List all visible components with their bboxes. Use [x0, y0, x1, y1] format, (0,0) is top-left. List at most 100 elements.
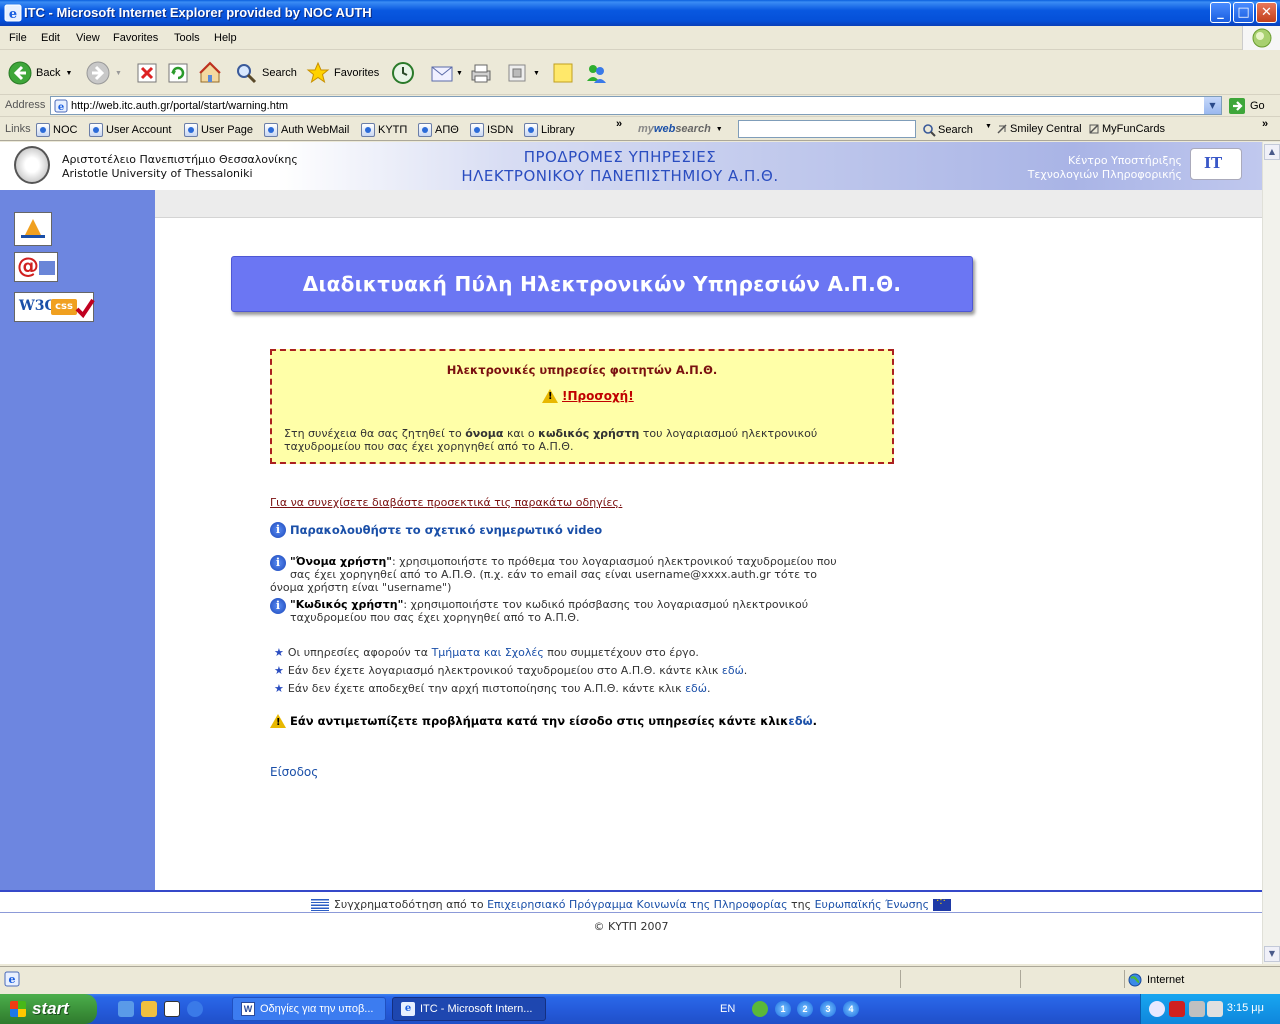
edit-button[interactable]: ▼ [506, 59, 540, 87]
start-button[interactable]: start [0, 994, 97, 1024]
w3c-css-badge[interactable]: W3C css [14, 292, 95, 322]
chevron-down-icon[interactable]: ▼ [115, 70, 122, 77]
search-icon [237, 64, 257, 84]
mywebsearch-logo[interactable]: my web search ▼ [638, 123, 723, 135]
smiley-central-button[interactable]: Smiley Central [996, 123, 1082, 135]
european-union-link[interactable]: Ευρωπαϊκής Ένωσης [815, 898, 929, 911]
status-bar: e Internet [0, 966, 1280, 992]
university-name-greek: Αριστοτέλειο Πανεπιστήμιο Θεσσαλονίκης [62, 153, 298, 166]
link-label: ΑΠΘ [435, 124, 459, 136]
problems-here-link[interactable]: εδώ [788, 714, 812, 728]
link-kytp[interactable]: ΚΥΤΠ [361, 123, 407, 137]
hellas-2008-badge[interactable] [14, 212, 52, 246]
link-noc[interactable]: NOC [36, 123, 77, 137]
footer-divider-thin [0, 912, 1262, 913]
footer-text: της [787, 898, 815, 911]
toolbar-overflow-chevron[interactable]: » [1262, 118, 1268, 130]
link-user-page[interactable]: User Page [184, 123, 253, 137]
mywebsearch-input[interactable] [738, 120, 916, 138]
link-auth-webmail[interactable]: Auth WebMail [264, 123, 349, 137]
address-label: Address [5, 99, 46, 111]
menu-file[interactable]: File [9, 32, 27, 44]
antivirus-icon[interactable] [1169, 1001, 1185, 1017]
departments-link[interactable]: Τμήματα και Σχολές [432, 646, 544, 659]
link-label: Library [541, 124, 575, 136]
mail-button[interactable]: ▼ [430, 59, 463, 87]
close-button[interactable]: ✕ [1256, 2, 1277, 23]
no-account-here-link[interactable]: εδώ [722, 664, 744, 677]
virtual-desktop-2[interactable]: 2 [797, 1001, 813, 1017]
language-indicator[interactable]: EN [720, 1003, 735, 1015]
stop-icon [137, 63, 157, 83]
chevron-down-icon[interactable]: ▼ [716, 126, 723, 133]
login-link[interactable]: Είσοδος [270, 765, 318, 779]
taskbar-item-label: ITC - Microsoft Intern... [420, 1003, 533, 1015]
mywebsearch-dropdown[interactable]: ▼ [980, 123, 992, 130]
print-button[interactable] [469, 59, 493, 87]
window-title-bar[interactable]: e ITC - Microsoft Internet Explorer prov… [0, 0, 1280, 26]
links-overflow-chevron[interactable]: » [616, 118, 622, 130]
tray-expand-icon[interactable] [1149, 1001, 1165, 1017]
internet-explorer-icon[interactable] [187, 1001, 203, 1017]
taskbar-item-word-document[interactable]: W Οδηγίες για την υποβ... [232, 997, 386, 1021]
chevron-down-icon[interactable]: ▼ [1204, 97, 1221, 114]
network-icon[interactable] [752, 1001, 768, 1017]
folder-icon[interactable] [141, 1001, 157, 1017]
stop-button[interactable] [136, 59, 158, 87]
virtual-desktop-1[interactable]: 1 [775, 1001, 791, 1017]
messenger-button[interactable] [584, 59, 608, 87]
show-desktop-icon[interactable] [118, 1001, 134, 1017]
scroll-up-arrow-icon[interactable]: ▲ [1264, 144, 1280, 160]
volume-icon[interactable] [1207, 1001, 1223, 1017]
chevron-down-icon[interactable]: ▼ [456, 70, 463, 77]
menu-edit[interactable]: Edit [41, 32, 60, 44]
menu-favorites[interactable]: Favorites [113, 32, 158, 44]
chevron-down-icon[interactable]: ▼ [65, 70, 72, 77]
virtual-desktop-4[interactable]: 4 [843, 1001, 859, 1017]
address-input[interactable]: e http://web.itc.auth.gr/portal/start/wa… [50, 96, 1222, 115]
go-button[interactable]: Go [1228, 97, 1265, 115]
vertical-scrollbar[interactable]: ▲ ▼ [1262, 142, 1280, 964]
back-button[interactable]: Back ▼ [8, 59, 72, 87]
notepad-icon[interactable] [164, 1001, 180, 1017]
connection-icon[interactable] [1189, 1001, 1205, 1017]
link-user-account[interactable]: User Account [89, 123, 171, 137]
clock[interactable]: 3:15 μμ [1227, 1002, 1264, 1014]
instructions-link[interactable]: Για να συνεχίσετε διαβάστε προσεκτικά τι… [270, 496, 622, 509]
email-badge[interactable]: @ [14, 252, 58, 282]
mywebsearch-search: search [675, 123, 711, 135]
myfuncards-button[interactable]: MyFunCards [1088, 123, 1165, 135]
link-apth[interactable]: ΑΠΘ [418, 123, 459, 137]
home-button[interactable] [198, 59, 222, 87]
menu-tools[interactable]: Tools [174, 32, 200, 44]
svg-text:e: e [9, 973, 16, 986]
minimize-button[interactable]: _ [1210, 2, 1231, 23]
maximize-button[interactable]: □ [1233, 2, 1254, 23]
virtual-desktop-3[interactable]: 3 [820, 1001, 836, 1017]
link-library[interactable]: Library [524, 123, 575, 137]
attention-link[interactable]: !Προσοχή! [562, 389, 634, 403]
search-icon [923, 124, 936, 137]
information-society-link[interactable]: Επιχειρησιακό Πρόγραμμα Κοινωνία της Πλη… [487, 898, 787, 911]
history-button[interactable] [391, 59, 415, 87]
link-isdn[interactable]: ISDN [470, 123, 513, 137]
status-separator [900, 970, 901, 988]
taskbar-item-internet-explorer[interactable]: e ITC - Microsoft Intern... [392, 997, 546, 1021]
forward-button[interactable]: ▼ [86, 59, 122, 87]
mywebsearch-search-button[interactable]: Search [922, 123, 973, 137]
svg-text:e: e [58, 102, 64, 113]
notes-button[interactable] [551, 59, 575, 87]
search-button[interactable]: Search [234, 59, 297, 87]
chevron-down-icon[interactable]: ▼ [533, 70, 540, 77]
refresh-button[interactable] [167, 59, 189, 87]
warning-box: Ηλεκτρονικές υπηρεσίες φοιτητών Α.Π.Θ. !… [270, 349, 894, 464]
menu-help[interactable]: Help [214, 32, 237, 44]
video-link[interactable]: i Παρακολουθήστε το σχετικό ενημερωτικό … [270, 522, 602, 538]
menu-view[interactable]: View [76, 32, 100, 44]
certificate-here-link[interactable]: εδώ [685, 682, 707, 695]
warning-title: Ηλεκτρονικές υπηρεσίες φοιτητών Α.Π.Θ. [446, 363, 718, 377]
info-icon: i [270, 522, 286, 538]
window-title: ITC - Microsoft Internet Explorer provid… [24, 5, 372, 20]
scroll-down-arrow-icon[interactable]: ▼ [1264, 946, 1280, 962]
favorites-button[interactable]: Favorites [306, 59, 379, 87]
